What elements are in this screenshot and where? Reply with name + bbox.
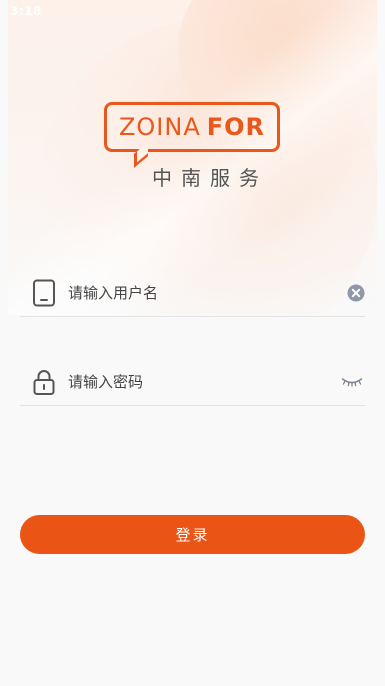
username-field [20, 271, 365, 317]
status-bar-time: 3:18 [10, 4, 42, 18]
logo-wordmark: ZOINA FOR [104, 102, 280, 152]
logo-brand-bold: FOR [206, 113, 266, 141]
login-button[interactable]: 登录 [20, 515, 365, 554]
username-input[interactable] [68, 271, 328, 315]
brand-logo: ZOINA FOR 中南服务 [104, 102, 282, 192]
password-input[interactable] [68, 360, 328, 404]
logo-brand-light: ZOINA [118, 113, 201, 141]
logo-subtitle: 中南服务 [152, 166, 268, 190]
phone-icon [30, 279, 58, 307]
login-screen: 3:18 ZOINA FOR 中南服务 请输入用户名 登录 [0, 0, 385, 686]
password-field [20, 360, 365, 406]
lock-icon [30, 368, 58, 396]
eye-closed-icon[interactable] [341, 373, 363, 391]
clear-icon[interactable] [347, 284, 365, 302]
